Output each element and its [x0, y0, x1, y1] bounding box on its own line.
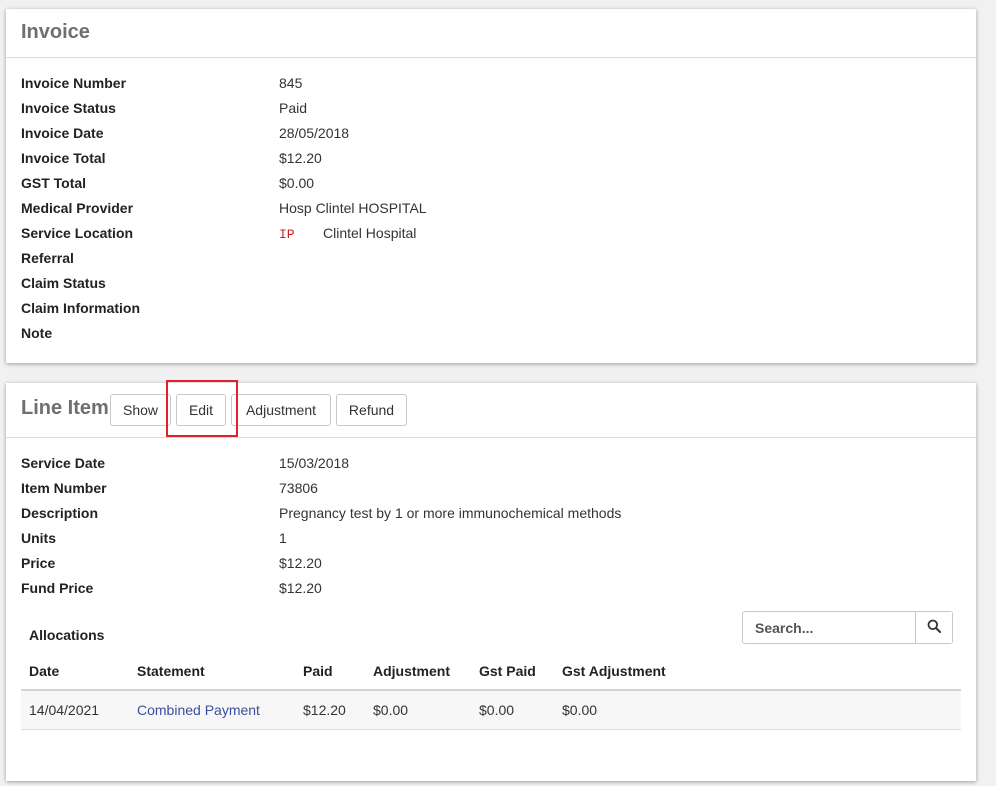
invoice-status-value: Paid [279, 100, 308, 116]
units-value: 1 [279, 530, 287, 546]
divider [6, 57, 976, 58]
search-button[interactable] [915, 612, 952, 643]
fund-price-label: Fund Price [21, 580, 94, 596]
column-header-adjustment[interactable]: Adjustment [365, 653, 471, 691]
price-label: Price [21, 555, 56, 571]
line-item-title: Line Item [21, 397, 109, 419]
description-label: Description [21, 505, 99, 521]
edit-highlight-box [166, 380, 238, 437]
search-input[interactable] [743, 612, 915, 643]
service-location-value: IP Clintel Hospital [279, 225, 416, 242]
invoice-number-label: Invoice Number [21, 75, 127, 91]
item-number-label: Item Number [21, 480, 107, 496]
medical-provider-value: Hosp Clintel HOSPITAL [279, 200, 427, 216]
cell-adjustment: $0.00 [365, 690, 471, 730]
invoice-status-label: Invoice Status [21, 100, 116, 116]
service-date-value: 15/03/2018 [279, 455, 350, 471]
location-name: Clintel Hospital [323, 225, 417, 241]
description-value: Pregnancy test by 1 or more immunochemic… [279, 505, 622, 521]
search-box [742, 611, 953, 644]
fund-price-value: $12.20 [279, 580, 322, 596]
service-location-label: Service Location [21, 225, 134, 241]
price-value: $12.20 [279, 555, 322, 571]
claim-status-label: Claim Status [21, 275, 106, 291]
note-label: Note [21, 325, 53, 341]
allocations-table: Date Statement Paid Adjustment Gst Paid … [21, 653, 961, 730]
column-header-date[interactable]: Date [21, 653, 129, 691]
location-code: IP [279, 227, 295, 242]
statement-link[interactable]: Combined Payment [137, 702, 260, 718]
table-row: 14/04/2021 Combined Payment $12.20 $0.00… [21, 690, 961, 730]
invoice-number-value: 845 [279, 75, 303, 91]
invoice-total-value: $12.20 [279, 150, 322, 166]
cell-date: 14/04/2021 [21, 690, 129, 730]
adjustment-button[interactable]: Adjustment [231, 394, 331, 426]
cell-gst-adjustment: $0.00 [554, 690, 961, 730]
medical-provider-label: Medical Provider [21, 200, 134, 216]
item-number-value: 73806 [279, 480, 318, 496]
invoice-date-value: 28/05/2018 [279, 125, 350, 141]
cell-gst-paid: $0.00 [471, 690, 554, 730]
allocations-label: Allocations [29, 627, 105, 643]
units-label: Units [21, 530, 56, 546]
table-header-row: Date Statement Paid Adjustment Gst Paid … [21, 653, 961, 691]
invoice-date-label: Invoice Date [21, 125, 104, 141]
column-header-gst-paid[interactable]: Gst Paid [471, 653, 554, 691]
divider [6, 437, 976, 438]
service-date-label: Service Date [21, 455, 106, 471]
column-header-statement[interactable]: Statement [129, 653, 295, 691]
cell-paid: $12.20 [295, 690, 365, 730]
column-header-paid[interactable]: Paid [295, 653, 365, 691]
invoice-title: Invoice [21, 21, 90, 43]
line-item-card: Line Item Show Edit Adjustment Refund Se… [6, 380, 976, 781]
invoice-total-label: Invoice Total [21, 150, 106, 166]
cell-statement: Combined Payment [129, 690, 295, 730]
claim-information-label: Claim Information [21, 300, 141, 316]
gst-total-label: GST Total [21, 175, 87, 191]
column-header-gst-adjustment[interactable]: Gst Adjustment [554, 653, 961, 691]
show-button[interactable]: Show [110, 394, 171, 426]
invoice-card: Invoice Invoice Number 845 Invoice Statu… [6, 9, 976, 363]
search-icon [927, 619, 941, 636]
refund-button[interactable]: Refund [336, 394, 407, 426]
referral-label: Referral [21, 250, 74, 266]
gst-total-value: $0.00 [279, 175, 315, 191]
